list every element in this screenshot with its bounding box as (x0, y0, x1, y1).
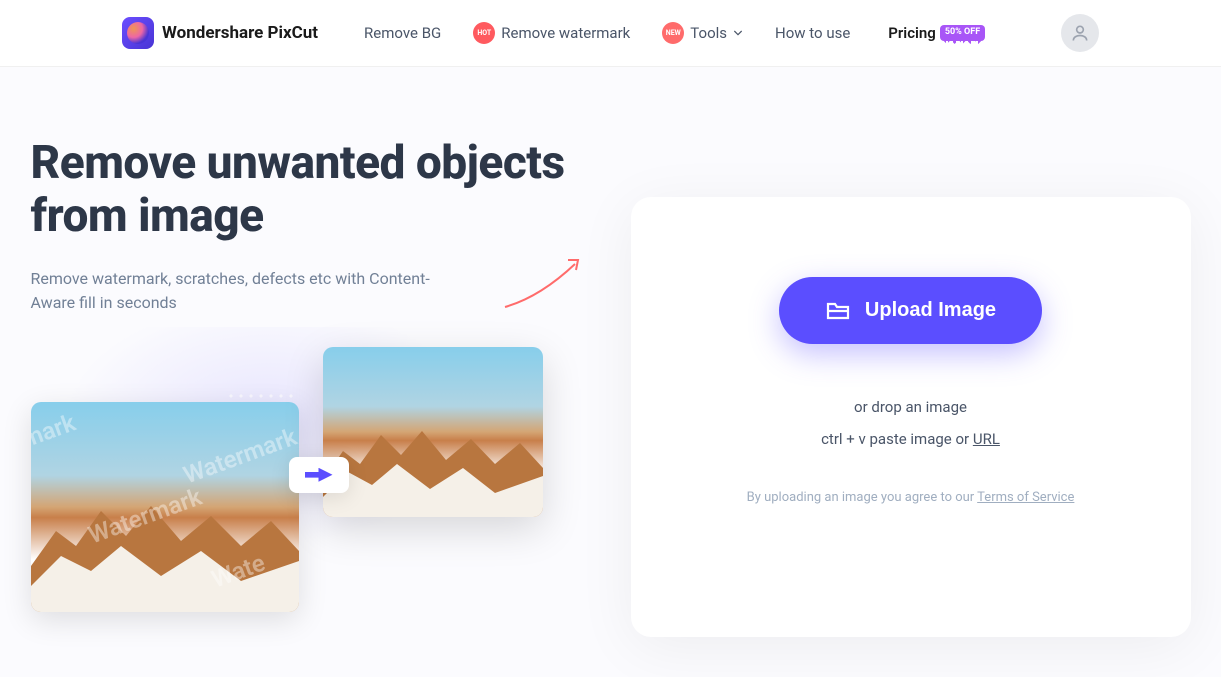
user-icon (1070, 23, 1090, 43)
upload-button-label: Upload Image (865, 299, 996, 322)
hero-content: Remove unwanted objects from image Remov… (31, 137, 571, 637)
arrow-connector-icon (289, 457, 349, 493)
logo-icon (122, 17, 154, 49)
paste-hint: ctrl + v paste image or URL (671, 430, 1151, 448)
main-nav: Remove BG HOT Remove watermark NEW Tools… (364, 22, 850, 44)
watermark-text: Watermark (179, 422, 298, 489)
brand-logo[interactable]: Wondershare PixCut (122, 17, 318, 49)
nav-label: Tools (690, 24, 727, 42)
nav-pricing[interactable]: Pricing 50% OFF (888, 24, 985, 42)
user-avatar[interactable] (1061, 14, 1099, 52)
nav-label: How to use (775, 24, 850, 42)
brand-name: Wondershare PixCut (162, 23, 318, 43)
header: Wondershare PixCut Remove BG HOT Remove … (0, 0, 1221, 67)
page-title: Remove unwanted objects from image (31, 137, 571, 243)
upload-card: Upload Image or drop an image ctrl + v p… (631, 197, 1191, 637)
nav-tools[interactable]: NEW Tools (662, 22, 743, 44)
pricing-label: Pricing (888, 24, 936, 42)
folder-icon (825, 300, 851, 322)
hot-badge-icon: HOT (473, 22, 495, 44)
terms-link[interactable]: Terms of Service (977, 490, 1074, 505)
nav-remove-watermark[interactable]: HOT Remove watermark (473, 22, 630, 44)
nav-label: Remove watermark (501, 24, 630, 42)
nav-remove-bg[interactable]: Remove BG (364, 24, 441, 42)
sale-badge: 50% OFF (940, 25, 985, 41)
hero-section: Remove unwanted objects from image Remov… (0, 67, 1221, 677)
before-image: mark Watermark Watermark Wate (31, 402, 299, 612)
nav-label: Remove BG (364, 24, 441, 42)
chevron-down-icon (733, 28, 743, 38)
url-link[interactable]: URL (973, 430, 1000, 448)
watermark-text: mark (31, 408, 79, 453)
after-image (323, 347, 543, 517)
page-subtitle: Remove watermark, scratches, defects etc… (31, 267, 431, 315)
upload-button[interactable]: Upload Image (779, 277, 1042, 344)
nav-how-to-use[interactable]: How to use (775, 24, 850, 42)
drop-hint: or drop an image (671, 398, 1151, 416)
new-badge-icon: NEW (662, 22, 684, 44)
curve-arrow-icon (500, 252, 590, 312)
terms-notice: By uploading an image you agree to our T… (671, 490, 1151, 505)
image-compare: mark Watermark Watermark Wate (31, 347, 571, 637)
